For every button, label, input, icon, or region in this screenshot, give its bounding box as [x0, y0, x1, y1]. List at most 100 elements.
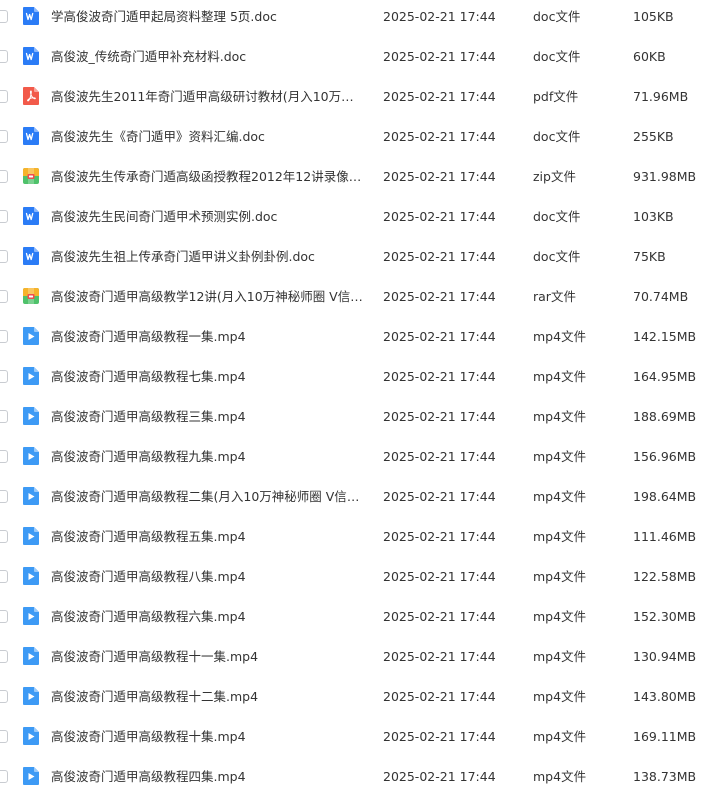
file-row[interactable]: 高俊波奇门遁甲高级教程五集.mp4 2025-02-21 17:44 mp4文件 11… — [0, 520, 718, 560]
select-checkbox[interactable] — [0, 330, 8, 343]
file-size: 152.30MB — [633, 609, 697, 624]
video-icon — [23, 607, 39, 625]
file-row[interactable]: 高俊波奇门遁甲高级教程二集(月入10万神秘师圈 V信F86... 2025-02-… — [0, 480, 718, 520]
file-name[interactable]: 高俊波先生2011年奇门遁甲高级研讨教材(月入10万神秘... — [51, 88, 366, 106]
file-date: 2025-02-21 17:44 — [383, 529, 496, 544]
file-size: 70.74MB — [633, 289, 689, 304]
select-checkbox[interactable] — [0, 490, 8, 503]
select-checkbox[interactable] — [0, 450, 8, 463]
select-checkbox[interactable] — [0, 730, 8, 743]
file-size: 105KB — [633, 9, 674, 24]
select-checkbox[interactable] — [0, 250, 8, 263]
file-type: mp4文件 — [533, 769, 587, 784]
select-checkbox[interactable] — [0, 410, 8, 423]
video-icon — [23, 687, 39, 705]
file-row[interactable]: 学高俊波奇门遁甲起局资料整理 5页.doc 2025-02-21 17:44 doc… — [0, 0, 718, 40]
file-size: 164.95MB — [633, 369, 697, 384]
file-size: 122.58MB — [633, 569, 697, 584]
file-size: 142.15MB — [633, 329, 697, 344]
file-name[interactable]: 高俊波奇门遁甲高级教程一集.mp4 — [51, 328, 366, 346]
video-icon — [23, 407, 39, 425]
file-name[interactable]: 高俊波奇门遁甲高级教程七集.mp4 — [51, 368, 366, 386]
select-checkbox[interactable] — [0, 770, 8, 783]
file-name[interactable]: 高俊波先生民间奇门遁甲术预测实例.doc — [51, 208, 366, 226]
file-size: 198.64MB — [633, 489, 697, 504]
file-date: 2025-02-21 17:44 — [383, 89, 496, 104]
select-checkbox[interactable] — [0, 50, 8, 63]
file-row[interactable]: 高俊波_传统奇门遁甲补充材料.doc 2025-02-21 17:44 doc文件 6… — [0, 40, 718, 80]
file-row[interactable]: 高俊波奇门遁甲高级教程十一集.mp4 2025-02-21 17:44 mp4文件 1… — [0, 640, 718, 680]
file-size: 111.46MB — [633, 529, 697, 544]
word-doc-icon — [23, 47, 39, 65]
file-row[interactable]: 高俊波先生传承奇门遁高级函授教程2012年12讲录像1.zip 2025-02-2… — [0, 160, 718, 200]
file-row[interactable]: 高俊波奇门遁甲高级教程一集.mp4 2025-02-21 17:44 mp4文件 14… — [0, 320, 718, 360]
select-checkbox[interactable] — [0, 690, 8, 703]
file-type: doc文件 — [533, 209, 581, 224]
select-checkbox[interactable] — [0, 610, 8, 623]
file-type: mp4文件 — [533, 449, 587, 464]
file-name[interactable]: 高俊波奇门遁甲高级教程十集.mp4 — [51, 728, 366, 746]
file-date: 2025-02-21 17:44 — [383, 729, 496, 744]
file-name[interactable]: 高俊波先生祖上传承奇门遁甲讲义卦例卦例.doc — [51, 248, 366, 266]
file-row[interactable]: 高俊波奇门遁甲高级教程十二集.mp4 2025-02-21 17:44 mp4文件 1… — [0, 680, 718, 720]
file-name[interactable]: 高俊波奇门遁甲高级教程十一集.mp4 — [51, 648, 366, 666]
file-name[interactable]: 高俊波奇门遁甲高级教程九集.mp4 — [51, 448, 366, 466]
select-checkbox[interactable] — [0, 130, 8, 143]
file-name[interactable]: 高俊波奇门遁甲高级教程二集(月入10万神秘师圈 V信F86... — [51, 488, 366, 506]
file-row[interactable]: 高俊波奇门遁甲高级教程三集.mp4 2025-02-21 17:44 mp4文件 18… — [0, 400, 718, 440]
word-doc-icon — [23, 207, 39, 225]
file-date: 2025-02-21 17:44 — [383, 449, 496, 464]
file-size: 156.96MB — [633, 449, 697, 464]
file-list: 学高俊波奇门遁甲起局资料整理 5页.doc 2025-02-21 17:44 doc… — [0, 0, 718, 799]
file-type: doc文件 — [533, 249, 581, 264]
file-name[interactable]: 学高俊波奇门遁甲起局资料整理 5页.doc — [51, 8, 366, 26]
file-name[interactable]: 高俊波奇门遁甲高级教程四集.mp4 — [51, 768, 366, 786]
file-row[interactable]: 高俊波奇门遁甲高级教程六集.mp4 2025-02-21 17:44 mp4文件 15… — [0, 600, 718, 640]
select-checkbox[interactable] — [0, 210, 8, 223]
select-checkbox[interactable] — [0, 170, 8, 183]
file-date: 2025-02-21 17:44 — [383, 209, 496, 224]
file-name[interactable]: 高俊波奇门遁甲高级教程六集.mp4 — [51, 608, 366, 626]
file-size: 931.98MB — [633, 169, 697, 184]
word-doc-icon — [23, 247, 39, 265]
file-row[interactable]: 高俊波先生2011年奇门遁甲高级研讨教材(月入10万神秘... 2025-02-2… — [0, 80, 718, 120]
file-name[interactable]: 高俊波奇门遁甲高级教程八集.mp4 — [51, 568, 366, 586]
file-row[interactable]: 高俊波奇门遁甲高级教学12讲(月入10万神秘师圈 V信F86... 2025-02… — [0, 280, 718, 320]
select-checkbox[interactable] — [0, 10, 8, 23]
file-row[interactable]: 高俊波奇门遁甲高级教程八集.mp4 2025-02-21 17:44 mp4文件 12… — [0, 560, 718, 600]
select-checkbox[interactable] — [0, 570, 8, 583]
file-type: doc文件 — [533, 9, 581, 24]
file-row[interactable]: 高俊波奇门遁甲高级教程四集.mp4 2025-02-21 17:44 mp4文件 13… — [0, 760, 718, 800]
file-date: 2025-02-21 17:44 — [383, 169, 496, 184]
file-size: 138.73MB — [633, 769, 697, 784]
file-row[interactable]: 高俊波先生《奇门遁甲》资料汇编.doc 2025-02-21 17:44 doc文件… — [0, 120, 718, 160]
file-name[interactable]: 高俊波奇门遁甲高级教程十二集.mp4 — [51, 688, 366, 706]
select-checkbox[interactable] — [0, 370, 8, 383]
file-type: mp4文件 — [533, 649, 587, 664]
file-size: 169.11MB — [633, 729, 697, 744]
file-date: 2025-02-21 17:44 — [383, 9, 496, 24]
select-checkbox[interactable] — [0, 650, 8, 663]
file-row[interactable]: 高俊波先生祖上传承奇门遁甲讲义卦例卦例.doc 2025-02-21 17:44 d… — [0, 240, 718, 280]
file-date: 2025-02-21 17:44 — [383, 609, 496, 624]
file-name[interactable]: 高俊波先生传承奇门遁高级函授教程2012年12讲录像1.zip — [51, 168, 366, 186]
file-size: 255KB — [633, 129, 674, 144]
file-name[interactable]: 高俊波_传统奇门遁甲补充材料.doc — [51, 48, 366, 66]
file-date: 2025-02-21 17:44 — [383, 329, 496, 344]
select-checkbox[interactable] — [0, 290, 8, 303]
file-name[interactable]: 高俊波奇门遁甲高级教程五集.mp4 — [51, 528, 366, 546]
select-checkbox[interactable] — [0, 90, 8, 103]
file-name[interactable]: 高俊波奇门遁甲高级教学12讲(月入10万神秘师圈 V信F86... — [51, 288, 366, 306]
select-checkbox[interactable] — [0, 530, 8, 543]
word-doc-icon — [23, 7, 39, 25]
file-type: mp4文件 — [533, 729, 587, 744]
file-row[interactable]: 高俊波奇门遁甲高级教程七集.mp4 2025-02-21 17:44 mp4文件 16… — [0, 360, 718, 400]
file-type: mp4文件 — [533, 489, 587, 504]
video-icon — [23, 487, 39, 505]
file-name[interactable]: 高俊波奇门遁甲高级教程三集.mp4 — [51, 408, 366, 426]
file-row[interactable]: 高俊波先生民间奇门遁甲术预测实例.doc 2025-02-21 17:44 doc文… — [0, 200, 718, 240]
file-name[interactable]: 高俊波先生《奇门遁甲》资料汇编.doc — [51, 128, 366, 146]
file-row[interactable]: 高俊波奇门遁甲高级教程九集.mp4 2025-02-21 17:44 mp4文件 15… — [0, 440, 718, 480]
file-size: 60KB — [633, 49, 666, 64]
file-row[interactable]: 高俊波奇门遁甲高级教程十集.mp4 2025-02-21 17:44 mp4文件 16… — [0, 720, 718, 760]
